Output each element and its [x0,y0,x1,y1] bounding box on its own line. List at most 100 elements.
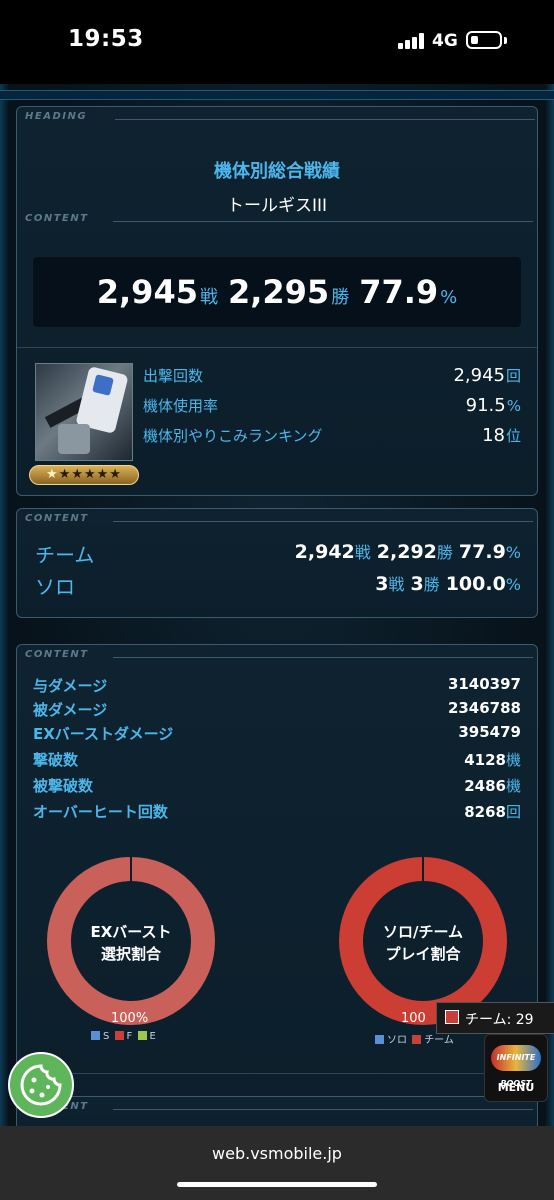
detail-value: 8268 [464,803,506,821]
solo-label: ソロ [35,575,75,599]
stat-value: 18 [482,425,505,446]
clock: 19:53 [68,26,144,52]
star-row: ★★★★★ [58,467,122,482]
legend-swatch [137,1031,147,1040]
stat-label: 機体別やりこみランキング [143,427,323,445]
legend-label: F [126,1031,133,1042]
game-logo-icon: INFINITE BOOST [491,1045,541,1088]
detail-unit: 機 [505,777,521,795]
home-indicator[interactable] [177,1182,377,1187]
unit-portrait [35,363,133,461]
team-win-rate: 77.9 [458,541,506,563]
battles-unit: 戦 [199,287,218,308]
percent-unit: % [505,543,521,562]
detail-label: 被ダメージ [33,701,108,719]
legend-swatch [91,1031,100,1040]
wins-unit: 勝 [331,287,350,308]
star-icon: ★ [46,467,59,482]
battles-unit: 戦 [354,543,371,562]
frame-top [0,90,554,100]
cookie-icon [20,1064,62,1106]
legend-label: S [103,1031,110,1042]
content-tag-line [113,521,533,522]
detail-row-deaths: 被撃破数 2486機 [33,775,521,799]
heading-tag-line [115,119,535,120]
network-type: 4G [432,31,458,51]
detail-value: 3140397 [447,675,521,693]
detail-row-damage-dealt: 与ダメージ 3140397 [33,675,521,699]
status-bar: 19:53 4G [0,0,554,84]
team-record-row: チーム 2,942戦 2,292勝 77.9% [35,539,521,569]
chart-label-line: EXバースト [90,923,172,941]
wins-unit: 勝 [423,575,440,594]
content-tag-line [113,221,533,222]
detail-label: オーバーヒート回数 [33,803,168,821]
overview-panel: HEADING 機体別総合戦績 トールギスIII CONTENT 2,945 戦 2… [16,106,538,496]
detail-row-overheat: オーバーヒート回数 8268回 [33,801,521,825]
percent-unit: % [440,287,458,308]
url-text[interactable]: web.vsmobile.jp [0,1144,554,1163]
detail-unit: 機 [505,751,521,769]
content-tag: CONTENT [25,213,89,224]
detail-label: 被撃破数 [33,777,94,795]
total-battles: 2,945 [96,273,198,311]
menu-label: MENU [497,1081,535,1094]
stat-value: 2,945 [453,365,505,386]
web-page[interactable]: HEADING 機体別総合戦績 トールギスIII CONTENT 2,945 戦 2… [0,84,554,1126]
legend-swatch [412,1035,422,1044]
content-tag: CONTENT [25,513,89,524]
chart-label-line: 選択割合 [100,945,161,963]
unit-name: トールギスIII [226,196,328,216]
total-record-box: 2,945 戦 2,295 勝 77.9% [33,257,521,327]
team-label: チーム [35,543,95,567]
detail-stats-panel: CONTENT 与ダメージ 3140397 被ダメージ 2346788 EXバー… [16,644,538,1126]
divider [17,347,537,348]
legend-swatch [114,1031,124,1040]
legend-swatch [375,1035,384,1044]
stat-label: 機体使用率 [143,397,219,415]
win-rate: 77.9 [359,273,439,311]
total-record: 2,945 戦 2,295 勝 77.9% [33,273,521,311]
stat-row-ranking: 機体別やりこみランキング 18位 [143,425,521,449]
menu-button[interactable]: INFINITE BOOST MENU [484,1034,548,1102]
solo-battles: 3 [375,573,389,595]
team-wins: 2,292 [376,541,437,563]
stat-label: 出撃回数 [143,367,204,385]
team-battles: 2,942 [294,541,355,563]
total-wins: 2,295 [227,273,330,311]
frame-left [0,84,8,1126]
chart-label-line: ソロ/チーム [382,923,464,941]
detail-unit: 回 [505,803,521,821]
detail-value: 2346788 [447,699,521,717]
stat-unit: 位 [505,427,521,445]
cellular-signal-icon [398,33,426,49]
legend-label: E [149,1031,156,1042]
cookie-settings-button[interactable] [8,1052,74,1118]
detail-row-kills: 撃破数 4128機 [33,749,521,773]
battles-unit: 戦 [388,575,405,594]
mode-record-panel: CONTENT チーム 2,942戦 2,292勝 77.9% ソロ 3戦 3勝 100… [16,508,538,618]
chart-label-line: プレイ割合 [385,945,461,963]
content-tag-line [113,657,533,658]
ex-burst-legend: S F E [89,1031,156,1042]
detail-value: 395479 [458,723,521,741]
play-ratio-percent: 100 [401,1011,426,1026]
rarity-stars: ★★★★★★ [29,465,139,485]
next-panel: CONTENT [16,1096,538,1126]
tooltip-text: チーム: 29 [465,1012,534,1028]
content-tag-line [113,1109,533,1110]
stat-row-sorties: 出撃回数 2,945回 [143,365,521,389]
battery-icon [466,31,502,49]
heading-tag: HEADING [25,111,88,122]
wins-unit: 勝 [436,543,453,562]
stat-unit: 回 [505,367,521,385]
detail-value: 2486 [464,777,506,795]
detail-row-damage-taken: 被ダメージ 2346788 [33,699,521,723]
browser-address-bar[interactable]: web.vsmobile.jp [0,1126,554,1200]
solo-win-rate: 100.0 [445,573,506,595]
stat-row-usage-rate: 機体使用率 91.5% [143,395,521,419]
ex-burst-chart-label: EXバースト 選択割合 [61,921,201,965]
ex-burst-percent: 100% [111,1011,149,1026]
divider [29,1073,527,1074]
detail-value: 4128 [464,751,506,769]
